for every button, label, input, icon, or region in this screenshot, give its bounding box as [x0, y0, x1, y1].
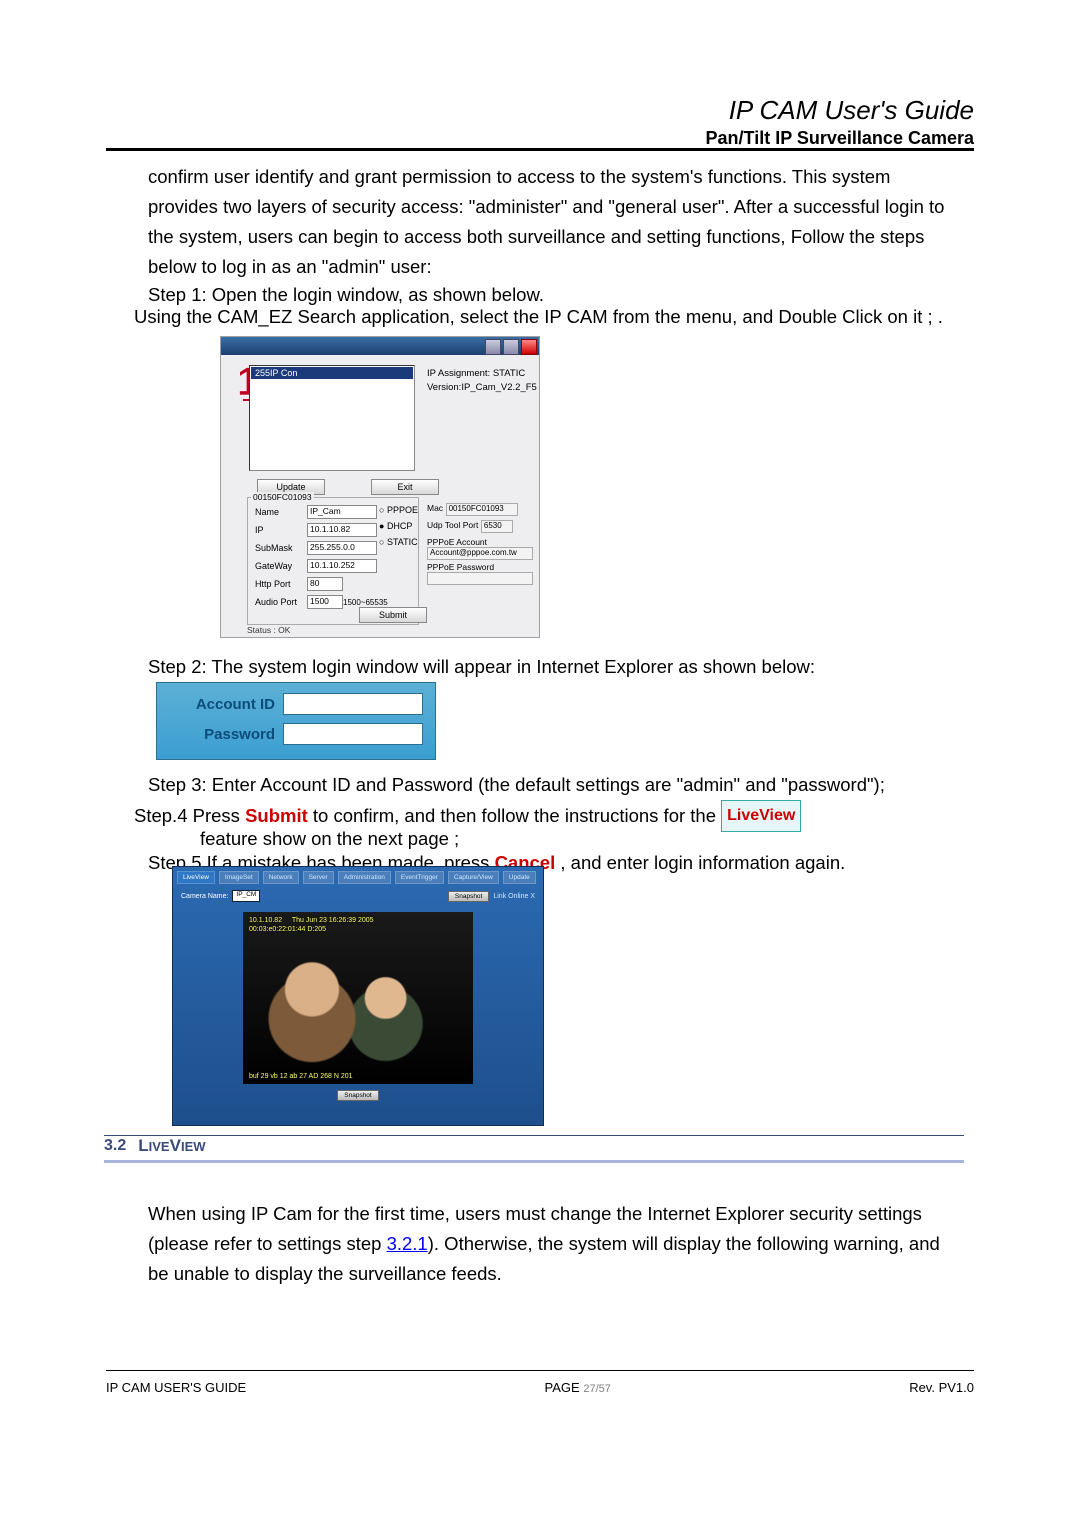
footer-page: PAGE 27/57 [545, 1380, 611, 1395]
page-title: IP CAM User's Guide [706, 95, 974, 126]
httpport-input[interactable]: 80 [307, 577, 343, 591]
httpport-label: Http Port [255, 579, 291, 589]
name-input[interactable]: IP_Cam [307, 505, 377, 519]
audioport-label: Audio Port [255, 597, 297, 607]
udp-input: 6530 [481, 520, 513, 533]
static-radio[interactable]: STATIC [379, 537, 418, 547]
section-3-2-body: When using IP Cam for the first time, us… [148, 1199, 964, 1289]
udp-label: Udp Tool Port [427, 520, 478, 530]
intro-paragraph: confirm user identify and grant permissi… [148, 162, 964, 282]
tab-network[interactable]: Network [263, 871, 299, 884]
section-3-2-heading: 3.2 LIVEVIEW [104, 1136, 964, 1156]
liveview-page-screenshot: LiveView ImageSet Network Server Adminis… [172, 866, 544, 1126]
audioport-hint: 1500~65535 [343, 598, 388, 607]
video-overlay-bottom: buf 29 vb 12 ab 27 AD 268 N 201 [249, 1073, 353, 1080]
page-subtitle: Pan/Tilt IP Surveillance Camera [706, 128, 974, 149]
ip-label: IP [255, 525, 264, 535]
pppoe-password-input[interactable] [427, 572, 533, 585]
camera-name-label: Camera Name: [181, 893, 228, 900]
tab-administration[interactable]: Administration [338, 871, 391, 884]
footer-rule [106, 1370, 974, 1371]
name-label: Name [255, 507, 279, 517]
video-overlay-top: 10.1.10.82 Thu Jun 23 16:26:39 2005 00:0… [249, 916, 374, 934]
submit-button[interactable]: Submit [359, 607, 427, 623]
pppoe-password-label: PPPoE Password [427, 562, 494, 572]
footer-right: Rev. PV1.0 [909, 1380, 974, 1395]
snapshot-button-2[interactable]: Snapshot [337, 1090, 378, 1101]
status-text: Status : OK [247, 625, 290, 635]
ip-assignment-info: IP Assignment: STATIC Version:IP_Cam_V2.… [427, 367, 537, 395]
dhcp-radio[interactable]: DHCP [379, 521, 412, 531]
camera-list-item[interactable]: 255IP Con [251, 367, 413, 379]
cam-ez-instruction: Using the CAM_EZ Search application, sel… [134, 299, 970, 326]
maximize-icon[interactable] [503, 339, 519, 355]
submask-label: SubMask [255, 543, 293, 553]
login-panel: Account ID Password [156, 682, 436, 760]
mac-label: Mac [427, 503, 443, 513]
password-input[interactable] [283, 723, 423, 745]
password-label: Password [169, 726, 275, 743]
tab-server[interactable]: Server [303, 871, 334, 884]
liveview-badge: LiveView [721, 800, 801, 832]
camez-search-window: 1 255IP Con IP Assignment: STATIC Versio… [220, 336, 540, 638]
pppoe-panel: Mac 00150FC01093 Udp Tool Port 6530 PPPo… [427, 503, 531, 587]
close-icon[interactable] [521, 339, 537, 355]
device-mac-legend: 00150FC01093 [251, 492, 314, 502]
submit-word: Submit [245, 805, 308, 826]
link-3-2-1[interactable]: 3.2.1 [387, 1233, 428, 1254]
pppoe-account-input[interactable]: Account@pppoe.com.tw [427, 547, 533, 560]
pppoe-radio[interactable]: PPPOE [379, 505, 418, 515]
tab-liveview[interactable]: LiveView [177, 871, 215, 884]
pppoe-account-label: PPPoE Account [427, 537, 487, 547]
tab-update[interactable]: Update [503, 871, 536, 884]
page-footer: IP CAM USER'S GUIDE PAGE 27/57 Rev. PV1.… [106, 1380, 974, 1395]
video-feed: 10.1.10.82 Thu Jun 23 16:26:39 2005 00:0… [243, 912, 473, 1084]
footer-left: IP CAM USER'S GUIDE [106, 1380, 246, 1395]
step2-text: Step 2: The system login window will app… [148, 652, 815, 682]
camera-listbox[interactable]: 255IP Con [249, 365, 415, 471]
camera-name-input[interactable]: IP_CM [232, 890, 260, 902]
tab-eventtrigger[interactable]: EventTrigger [395, 871, 444, 884]
tab-bar: LiveView ImageSet Network Server Adminis… [173, 867, 543, 888]
gateway-input[interactable]: 10.1.10.252 [307, 559, 377, 573]
submask-input[interactable]: 255.255.0.0 [307, 541, 377, 555]
audioport-input[interactable]: 1500 [307, 595, 343, 609]
mac-input: 00150FC01093 [446, 503, 518, 516]
tab-imageset[interactable]: ImageSet [219, 871, 259, 884]
snapshot-button[interactable]: Snapshot [448, 891, 489, 902]
header-rule [106, 148, 974, 151]
ip-input[interactable]: 10.1.10.82 [307, 523, 377, 537]
tab-captureview[interactable]: Capture/View [448, 871, 499, 884]
gateway-label: GateWay [255, 561, 292, 571]
account-id-label: Account ID [169, 696, 275, 713]
window-titlebar [221, 337, 539, 355]
exit-button[interactable]: Exit [371, 479, 439, 495]
link-online-label: Link Online X [493, 893, 535, 900]
account-id-input[interactable] [283, 693, 423, 715]
step3-text: Step 3: Enter Account ID and Password (t… [148, 770, 978, 800]
minimize-icon[interactable] [485, 339, 501, 355]
